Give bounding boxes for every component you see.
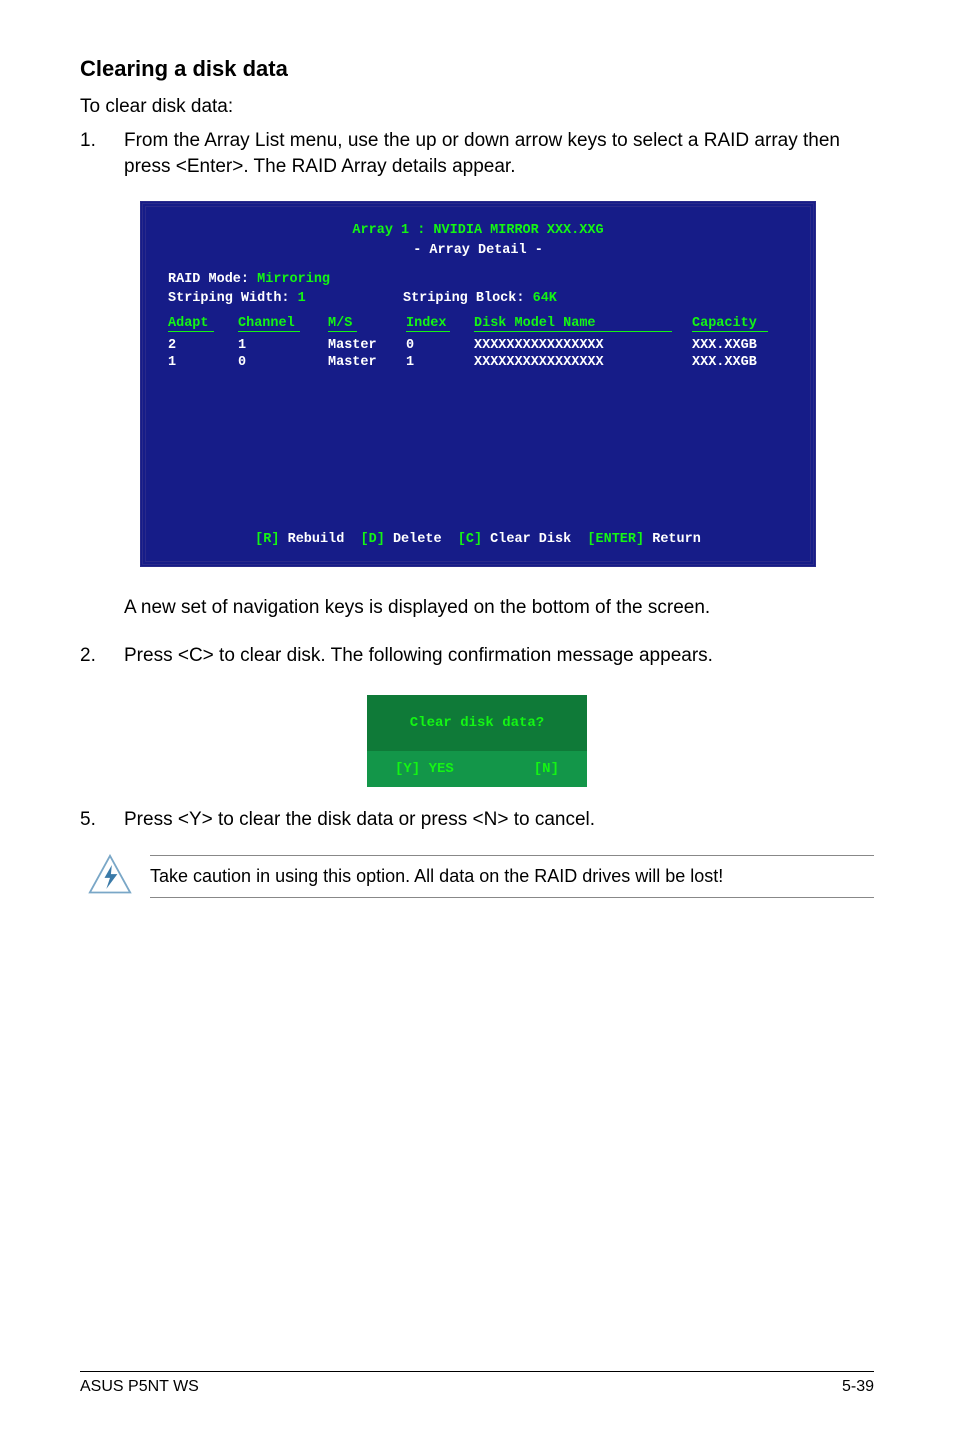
step-1: 1. From the Array List menu, use the up … <box>80 128 874 179</box>
col-model: Disk Model Name <box>474 316 672 332</box>
step-5: 5. Press <Y> to clear the disk data or p… <box>80 807 874 833</box>
cell: Master <box>328 355 406 372</box>
dialog-title: Clear disk data? <box>367 695 587 751</box>
col-capacity: Capacity <box>692 316 768 332</box>
cell: Master <box>328 338 406 355</box>
col-ms: M/S <box>328 316 357 332</box>
page-footer: ASUS P5NT WS 5-39 <box>80 1371 874 1396</box>
confirm-dialog: Clear disk data? [Y] YES [N] <box>367 695 587 787</box>
warning-callout: Take caution in using this option. All d… <box>88 854 874 898</box>
bios-screenshot: Array 1 : NVIDIA MIRROR XXX.XXG - Array … <box>140 201 816 567</box>
step-number: 2. <box>80 643 124 669</box>
dialog-no: [N] <box>534 761 559 777</box>
cell: 1 <box>406 355 474 372</box>
key: [C] <box>458 532 482 547</box>
key: [R] <box>255 532 279 547</box>
dialog-yes: [Y] YES <box>395 761 454 777</box>
bios-table-header: Adapt Channel M/S Index Disk Model Name … <box>168 316 788 372</box>
key: [ENTER] <box>587 532 644 547</box>
nav-keys-note: A new set of navigation keys is displaye… <box>124 595 874 621</box>
step-text: Press <Y> to clear the disk data or pres… <box>124 807 874 833</box>
warning-text: Take caution in using this option. All d… <box>150 855 874 898</box>
bios-raid-mode: RAID Mode: Mirroring <box>168 272 788 287</box>
label: Rebuild <box>288 532 345 547</box>
value: 1 <box>298 291 306 306</box>
label: RAID Mode: <box>168 272 249 287</box>
value: 64K <box>533 291 557 306</box>
bios-title-line1: Array 1 : NVIDIA MIRROR XXX.XXG <box>146 221 810 241</box>
step-text: From the Array List menu, use the up or … <box>124 128 874 179</box>
col-channel: Channel <box>238 316 300 332</box>
section-heading: Clearing a disk data <box>80 56 874 82</box>
cell: XXXXXXXXXXXXXXXX <box>474 338 692 355</box>
spacer <box>168 372 788 512</box>
cell: 2 <box>168 338 238 355</box>
bios-title-line2: - Array Detail - <box>146 241 810 261</box>
cell: 0 <box>238 355 328 372</box>
after-step1-text: A new set of navigation keys is displaye… <box>80 595 874 621</box>
bios-header: Array 1 : NVIDIA MIRROR XXX.XXG - Array … <box>146 207 810 272</box>
step-number: 5. <box>80 807 124 833</box>
lightning-warning-icon <box>88 854 132 898</box>
bios-striping: Striping Width: 1 Striping Block: 64K <box>168 291 788 306</box>
label: Return <box>652 532 701 547</box>
step-text: Press <C> to clear disk. The following c… <box>124 643 874 669</box>
intro-text: To clear disk data: <box>80 96 874 118</box>
key: [D] <box>361 532 385 547</box>
cell: XXX.XXGB <box>692 338 792 355</box>
footer-right: 5-39 <box>842 1378 874 1396</box>
col-adapt: Adapt <box>168 316 214 332</box>
step-number: 1. <box>80 128 124 179</box>
cell: XXX.XXGB <box>692 355 792 372</box>
label: Striping Width: <box>168 291 290 306</box>
label: Clear Disk <box>490 532 571 547</box>
value: Mirroring <box>257 272 330 287</box>
col-index: Index <box>406 316 450 332</box>
step-2: 2. Press <C> to clear disk. The followin… <box>80 643 874 669</box>
cell: 1 <box>168 355 238 372</box>
bios-footer: [R] Rebuild [D] Delete [C] Clear Disk [E… <box>146 520 810 561</box>
footer-left: ASUS P5NT WS <box>80 1378 199 1396</box>
cell: 1 <box>238 338 328 355</box>
label: Striping Block: <box>403 291 525 306</box>
cell: 0 <box>406 338 474 355</box>
cell: XXXXXXXXXXXXXXXX <box>474 355 692 372</box>
label: Delete <box>393 532 442 547</box>
